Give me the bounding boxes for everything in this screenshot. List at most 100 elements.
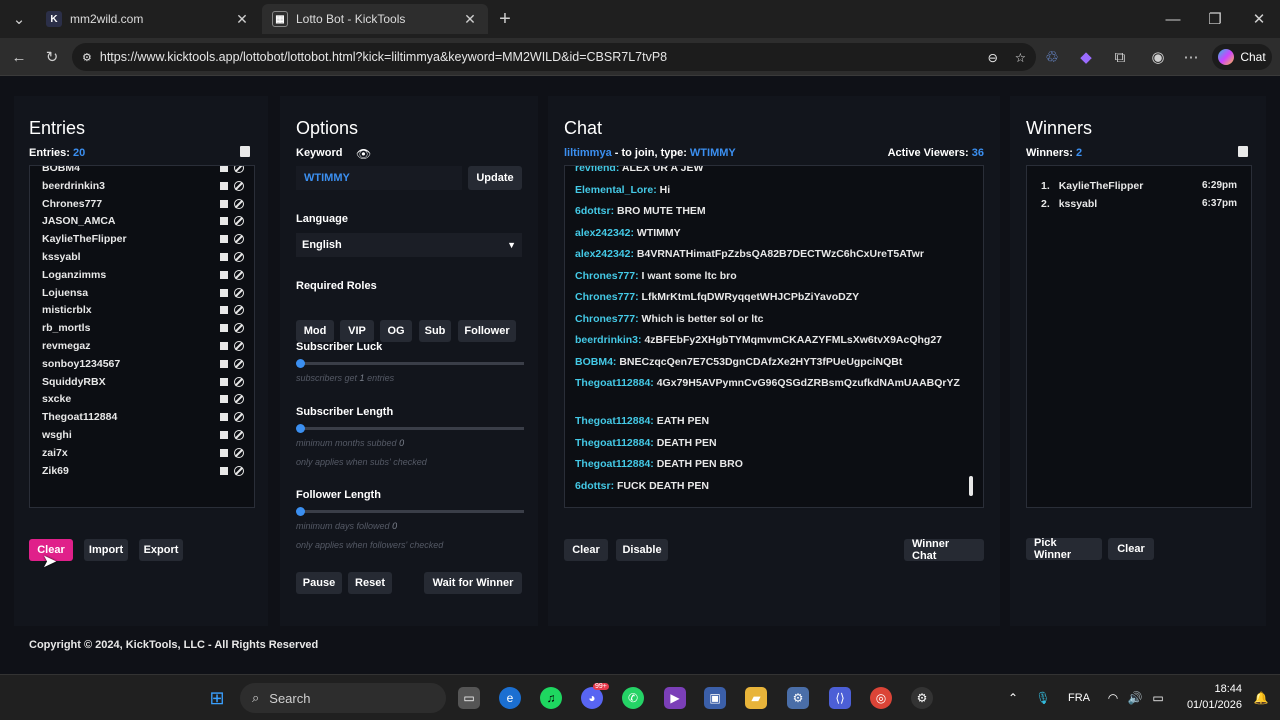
role-vip-button[interactable]: VIP [340, 320, 374, 342]
microphone-icon[interactable]: 🎙 [1032, 687, 1054, 709]
pause-button[interactable]: Pause [296, 572, 342, 594]
copy-icon[interactable] [240, 146, 250, 157]
tab-mm2wild[interactable]: K mm2wild.com ✕ [36, 4, 260, 34]
edge-browser-icon[interactable]: e [499, 687, 521, 709]
browser-essentials-icon[interactable]: ♲ [1041, 46, 1063, 68]
discord-icon[interactable]: ◕ [581, 687, 603, 709]
remove-square-icon[interactable] [220, 270, 228, 279]
ban-icon[interactable] [234, 376, 244, 387]
follower-length-slider[interactable] [296, 507, 524, 516]
eye-icon[interactable]: 👁 [356, 147, 371, 161]
ban-icon[interactable] [234, 180, 244, 191]
refresh-icon[interactable]: ↻ [41, 46, 63, 68]
remove-square-icon[interactable] [220, 306, 228, 315]
profile-avatar-icon[interactable]: ◉ [1147, 46, 1169, 68]
extension-icon[interactable]: ◆ [1075, 46, 1097, 68]
export-button[interactable]: Export [139, 539, 183, 561]
reset-button[interactable]: Reset [348, 572, 392, 594]
url-field[interactable]: ⚙ https://www.kicktools.app/lottobot/lot… [72, 43, 1036, 71]
ban-icon[interactable] [234, 269, 244, 280]
zoom-icon[interactable]: ⊖ [988, 50, 998, 65]
ban-icon[interactable] [234, 394, 244, 405]
slider-knob[interactable] [296, 359, 305, 368]
import-button[interactable]: Import [84, 539, 128, 561]
tab-lotto-bot[interactable]: ▦ Lotto Bot - KickTools ✕ [262, 4, 488, 34]
pick-winner-button[interactable]: Pick Winner [1026, 537, 1102, 561]
file-explorer-icon[interactable]: ▰ [745, 687, 767, 709]
tray-chevron-icon[interactable]: ⌃ [1002, 687, 1024, 709]
role-sub-button[interactable]: Sub [419, 320, 451, 342]
language-select[interactable]: English ▼ [296, 233, 522, 257]
ban-icon[interactable] [234, 305, 244, 316]
input-language[interactable]: FRA [1068, 692, 1090, 704]
extensions-puzzle-icon[interactable]: ⧉ [1109, 46, 1131, 68]
wifi-icon[interactable]: ◠ [1102, 687, 1124, 709]
restore-icon[interactable]: ❐ [1204, 8, 1226, 30]
remove-square-icon[interactable] [220, 448, 228, 457]
winner-chat-button[interactable]: Winner Chat [904, 538, 984, 562]
update-keyword-button[interactable]: Update [468, 166, 522, 190]
taskbar-search[interactable]: ⌕ Search [240, 683, 446, 713]
remove-square-icon[interactable] [220, 235, 228, 244]
ban-icon[interactable] [234, 252, 244, 262]
keyword-input[interactable]: WTIMMY [296, 166, 462, 190]
new-tab-plus-icon[interactable]: + [494, 8, 516, 30]
slider-knob[interactable] [296, 424, 305, 433]
remove-square-icon[interactable] [220, 181, 228, 190]
ban-icon[interactable] [234, 287, 244, 298]
remove-square-icon[interactable] [220, 359, 228, 368]
ban-icon[interactable] [234, 234, 244, 245]
notification-bell-icon[interactable]: 🔔 [1250, 687, 1272, 709]
slider-knob[interactable] [296, 507, 305, 516]
subscriber-luck-slider[interactable] [296, 359, 524, 368]
battery-icon[interactable]: ▭ [1147, 687, 1169, 709]
disable-chat-button[interactable]: Disable [616, 539, 668, 561]
chrome-icon[interactable]: ◎ [870, 687, 892, 709]
remove-square-icon[interactable] [220, 324, 228, 333]
ban-icon[interactable] [234, 166, 244, 173]
remove-square-icon[interactable] [220, 342, 228, 350]
remove-square-icon[interactable] [220, 377, 228, 386]
recording-app-icon[interactable]: ⚙ [911, 687, 933, 709]
back-arrow-icon[interactable]: ← [8, 46, 30, 68]
more-options-icon[interactable]: ⋯ [1180, 46, 1202, 68]
remove-square-icon[interactable] [220, 288, 228, 297]
whatsapp-icon[interactable]: ✆ [622, 687, 644, 709]
wait-for-winner-button[interactable]: Wait for Winner [424, 572, 522, 594]
role-mod-button[interactable]: Mod [296, 320, 334, 342]
remove-square-icon[interactable] [220, 413, 228, 422]
ban-icon[interactable] [234, 447, 244, 458]
role-og-button[interactable]: OG [380, 320, 412, 342]
subscriber-length-slider[interactable] [296, 424, 524, 433]
close-tab-icon[interactable]: ✕ [462, 11, 478, 28]
ban-icon[interactable] [234, 198, 244, 209]
close-tab-icon[interactable]: ✕ [234, 11, 250, 28]
ban-icon[interactable] [234, 465, 244, 476]
remove-square-icon[interactable] [220, 166, 228, 172]
ban-icon[interactable] [234, 358, 244, 369]
ban-icon[interactable] [234, 430, 244, 440]
copy-icon[interactable] [1238, 146, 1248, 157]
copilot-chat-button[interactable]: Chat [1212, 44, 1272, 70]
minimize-icon[interactable]: — [1162, 8, 1184, 30]
remove-square-icon[interactable] [220, 217, 228, 226]
remove-square-icon[interactable] [220, 466, 228, 475]
ban-icon[interactable] [234, 216, 244, 227]
close-window-icon[interactable]: ✕ [1248, 8, 1270, 30]
remove-square-icon[interactable] [220, 431, 228, 439]
clear-winners-button[interactable]: Clear [1108, 538, 1154, 560]
ban-icon[interactable] [234, 323, 244, 334]
ban-icon[interactable] [234, 412, 244, 423]
remove-square-icon[interactable] [220, 199, 228, 208]
role-follower-button[interactable]: Follower [458, 320, 516, 342]
chat-log[interactable]: revfiend: ALEX UR A JEW Elemental_Lore: H… [564, 165, 984, 508]
spotify-icon[interactable]: ♫ [540, 687, 562, 709]
volume-icon[interactable]: 🔊 [1124, 687, 1146, 709]
remove-square-icon[interactable] [220, 253, 228, 261]
remove-square-icon[interactable] [220, 395, 228, 404]
clear-chat-button[interactable]: Clear [564, 539, 608, 561]
entries-list[interactable]: BOBM4 beerdrinkin3 Chrones777 JASON_AMCA… [29, 165, 255, 508]
code-editor-icon[interactable]: ⟨⟩ [829, 687, 851, 709]
tab-list-chevron-icon[interactable]: ⌄ [8, 8, 30, 30]
favorite-star-icon[interactable]: ☆ [1015, 50, 1026, 65]
